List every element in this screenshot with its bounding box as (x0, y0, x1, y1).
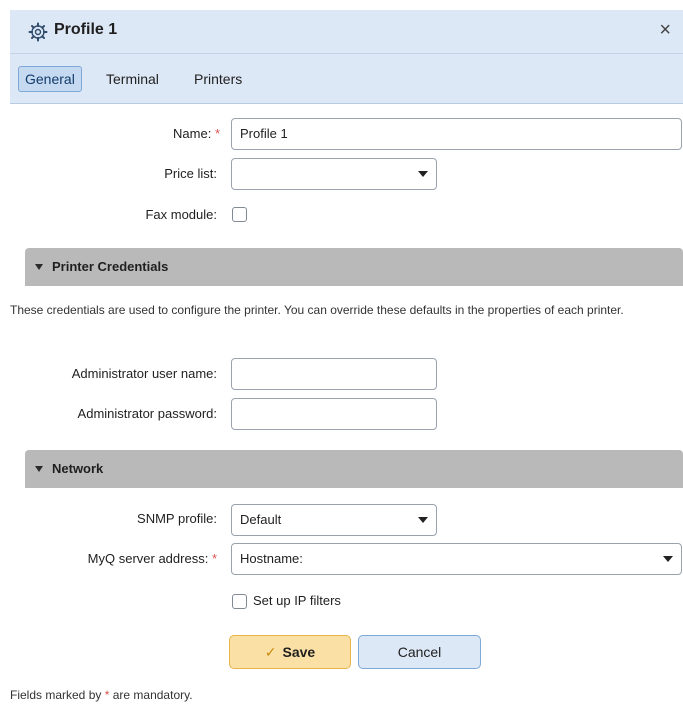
dialog-title: Profile 1 (54, 21, 118, 38)
admin-password-label: Administrator password: (77, 406, 217, 421)
admin-user-label: Administrator user name: (71, 366, 217, 381)
server-address-select[interactable]: Hostname: (231, 543, 682, 575)
server-address-label-text: MyQ server address: (87, 551, 209, 566)
close-icon[interactable]: × (659, 19, 671, 41)
tab-general[interactable]: General (18, 66, 82, 92)
tab-bar: General Terminal Printers (10, 54, 683, 104)
mandatory-note-prefix: Fields marked by (10, 688, 102, 702)
required-marker: * (104, 688, 110, 702)
snmp-profile-value: Default (240, 512, 282, 527)
cancel-button[interactable]: Cancel (358, 635, 481, 669)
chevron-down-icon (663, 556, 673, 562)
save-button-label: Save (282, 644, 316, 660)
save-button[interactable]: ✓ Save (229, 635, 351, 669)
checkmark-icon: ✓ (264, 644, 277, 660)
chevron-down-icon (418, 171, 428, 177)
price-list-label: Price list: (164, 166, 217, 181)
mandatory-note: Fields marked by * are mandatory. (10, 688, 193, 702)
dialog-titlebar: Profile 1 × (10, 10, 683, 54)
printer-credentials-header[interactable]: Printer Credentials (25, 248, 683, 286)
snmp-profile-select[interactable]: Default (231, 504, 437, 536)
required-marker: * (214, 126, 220, 141)
name-label: Name: * (173, 126, 220, 141)
server-address-value: Hostname: (240, 551, 303, 566)
admin-password-input[interactable] (231, 398, 437, 430)
required-marker: * (211, 551, 217, 566)
caret-down-icon (35, 264, 43, 270)
admin-user-input[interactable] (231, 358, 437, 390)
network-header[interactable]: Network (25, 450, 683, 488)
credentials-description: These credentials are used to configure … (10, 303, 624, 317)
tab-printers[interactable]: Printers (188, 66, 248, 92)
name-label-text: Name: (173, 126, 212, 141)
printer-credentials-title: Printer Credentials (52, 259, 169, 274)
snmp-profile-label: SNMP profile: (137, 511, 217, 526)
gear-icon (28, 22, 48, 42)
mandatory-note-suffix: are mandatory. (112, 688, 193, 702)
tab-terminal[interactable]: Terminal (100, 66, 165, 92)
caret-down-icon (35, 466, 43, 472)
ip-filters-checkbox[interactable] (232, 594, 247, 609)
fax-module-checkbox[interactable] (232, 207, 247, 222)
ip-filters-label[interactable]: Set up IP filters (253, 593, 341, 608)
fax-module-label: Fax module: (145, 207, 217, 222)
server-address-label: MyQ server address: * (88, 551, 217, 566)
name-input[interactable]: Profile 1 (231, 118, 682, 150)
price-list-select[interactable] (231, 158, 437, 190)
network-title: Network (52, 461, 104, 476)
chevron-down-icon (418, 517, 428, 523)
